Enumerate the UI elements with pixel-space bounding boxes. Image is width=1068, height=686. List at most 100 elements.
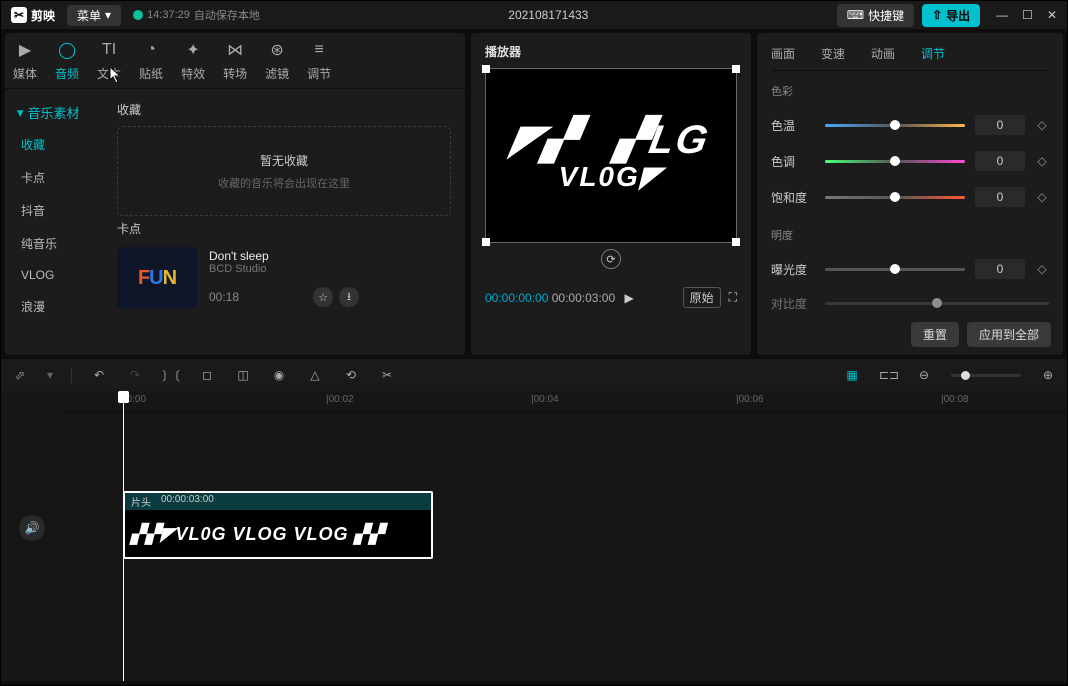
preview-panel: 播放器 ◤▞ ▞LG VL0G◤ ⟳ 00:00:00:00 00:00:03:…	[471, 33, 751, 355]
track-artist: BCD Studio	[209, 263, 451, 275]
row-contrast: 对比度	[771, 295, 1049, 312]
slider-exposure[interactable]	[825, 268, 965, 271]
playhead[interactable]	[123, 391, 124, 681]
media-icon: ▶	[14, 39, 36, 61]
group-brightness: 明度	[771, 227, 1049, 243]
redo-button[interactable]: ↷	[126, 368, 144, 382]
split-tool[interactable]: 〕〔	[162, 367, 180, 384]
sidebar-item-douyin[interactable]: 抖音	[5, 194, 103, 227]
apply-all-button[interactable]: 应用到全部	[967, 322, 1051, 347]
menu-button[interactable]: 菜单▾	[67, 5, 121, 26]
export-button[interactable]: ⇧导出	[922, 4, 980, 27]
empty-sub-text: 收藏的音乐将会出现在这里	[218, 175, 350, 191]
beat-section-title: 卡点	[117, 220, 451, 237]
slider-saturation[interactable]	[825, 196, 965, 199]
empty-favorites: 暂无收藏 收藏的音乐将会出现在这里	[117, 126, 451, 216]
sidebar-item-pure[interactable]: 纯音乐	[5, 227, 103, 260]
keyboard-icon: ⌨	[847, 8, 864, 22]
inspector-panel: 画面 变速 动画 调节 色彩 色温 0 ◇ 色调 0 ◇ 饱和度 0 ◇ 明度 …	[757, 33, 1063, 355]
slider-temperature[interactable]	[825, 124, 965, 127]
shortcut-button[interactable]: ⌨快捷键	[837, 4, 914, 27]
reset-button[interactable]: 重置	[911, 322, 959, 347]
insp-tab-picture[interactable]: 画面	[771, 45, 795, 62]
track-mute-button[interactable]: 🔊	[19, 515, 45, 541]
title-bar: ✂ 剪映 菜单▾ 14:37:29 自动保存本地 202108171433 ⌨快…	[1, 1, 1067, 29]
crop-tool[interactable]: ◻	[198, 368, 216, 382]
slider-tint[interactable]	[825, 160, 965, 163]
keyframe-tint[interactable]: ◇	[1035, 154, 1049, 168]
preview-canvas[interactable]: ◤▞ ▞LG VL0G◤	[485, 68, 737, 243]
sidebar-item-romance[interactable]: 浪漫	[5, 290, 103, 323]
keyframe-sat[interactable]: ◇	[1035, 190, 1049, 204]
ratio-button[interactable]: 原始	[683, 287, 721, 308]
magnet-button[interactable]: ▦	[843, 368, 861, 382]
sidebar-item-vlog[interactable]: VLOG	[5, 260, 103, 290]
insp-tab-adjust[interactable]: 调节	[921, 45, 945, 62]
tab-effect[interactable]: ✦特效	[181, 39, 205, 82]
tab-transition[interactable]: ⋈转场	[223, 39, 247, 82]
select-tool[interactable]: ⬀	[11, 368, 29, 382]
crop2-tool[interactable]: ✂	[378, 368, 396, 382]
resize-handle-br[interactable]	[732, 238, 740, 246]
maximize-button[interactable]: ☐	[1022, 8, 1033, 22]
mirror-tool[interactable]: △	[306, 368, 324, 382]
tab-filter[interactable]: ⊛滤镜	[265, 39, 289, 82]
time-ruler[interactable]: 00:00 |00:02 |00:04 |00:06 |00:08	[61, 391, 1067, 413]
fullscreen-button[interactable]: ⛶	[729, 290, 737, 305]
insp-tab-speed[interactable]: 变速	[821, 45, 845, 62]
row-temperature: 色温 0 ◇	[771, 115, 1049, 135]
value-exposure[interactable]: 0	[975, 259, 1025, 279]
tab-media[interactable]: ▶媒体	[13, 39, 37, 82]
insp-tab-anim[interactable]: 动画	[871, 45, 895, 62]
favorite-button[interactable]: ☆	[313, 287, 333, 307]
zoom-out-button[interactable]: ⊖	[915, 368, 933, 382]
value-tint[interactable]: 0	[975, 151, 1025, 171]
play-button[interactable]: ▶	[625, 291, 634, 305]
timeline[interactable]: 00:00 |00:02 |00:04 |00:06 |00:08 🔊 片头 0…	[1, 391, 1067, 681]
minimize-button[interactable]: —	[996, 8, 1008, 22]
refresh-button[interactable]: ⟳	[601, 249, 621, 269]
sidebar-item-fav[interactable]: 收藏	[5, 128, 103, 161]
slider-contrast[interactable]	[825, 302, 1049, 305]
close-button[interactable]: ✕	[1047, 8, 1057, 22]
empty-main-text: 暂无收藏	[260, 152, 308, 169]
preview-title: 播放器	[485, 43, 737, 60]
clip-tag: 片头	[131, 494, 151, 509]
text-icon: TI	[98, 39, 120, 61]
resize-handle-bl[interactable]	[482, 238, 490, 246]
tab-sticker[interactable]: ◔贴纸	[139, 39, 163, 82]
chevron-down-icon: ▾	[17, 105, 24, 121]
zoom-in-button[interactable]: ⊕	[1039, 368, 1057, 382]
autosave-status: 14:37:29 自动保存本地	[133, 7, 260, 23]
resize-handle-tr[interactable]	[732, 65, 740, 73]
resize-handle-tl[interactable]	[482, 65, 490, 73]
undo-button[interactable]: ↶	[90, 368, 108, 382]
keyframe-exp[interactable]: ◇	[1035, 262, 1049, 276]
speed-tool[interactable]: ◉	[270, 368, 288, 382]
video-clip[interactable]: 片头 00:00:03:00 ▞▞◤VL0G VLOG VLOG ▞▞	[123, 491, 433, 559]
sidebar-item-beat[interactable]: 卡点	[5, 161, 103, 194]
tab-audio[interactable]: ◯音频	[55, 39, 79, 82]
link-button[interactable]: ⊏⊐	[879, 368, 897, 382]
row-saturation: 饱和度 0 ◇	[771, 187, 1049, 207]
download-button[interactable]: ⭳	[339, 287, 359, 307]
freeze-tool[interactable]: ◫	[234, 368, 252, 382]
logo-icon: ✂	[11, 7, 27, 23]
transition-icon: ⋈	[224, 39, 246, 61]
library-tabs: ▶媒体 ◯音频 TI文本 ◔贴纸 ✦特效 ⋈转场 ⊛滤镜 ≡调节	[5, 33, 465, 89]
keyframe-temp[interactable]: ◇	[1035, 118, 1049, 132]
sidebar-head[interactable]: ▾音乐素材	[5, 97, 103, 128]
value-saturation[interactable]: 0	[975, 187, 1025, 207]
sticker-icon: ◔	[140, 39, 162, 61]
rotate-tool[interactable]: ⟲	[342, 368, 360, 382]
fav-section-title: 收藏	[117, 101, 451, 118]
track-duration: 00:18	[209, 290, 239, 304]
app-logo: ✂ 剪映	[11, 7, 55, 24]
value-temperature[interactable]: 0	[975, 115, 1025, 135]
clip-duration: 00:00:03:00	[161, 494, 214, 509]
zoom-slider[interactable]	[951, 374, 1021, 377]
audio-card[interactable]: FUN Don't sleep BCD Studio 00:18 ☆ ⭳	[117, 247, 451, 309]
tab-adjust[interactable]: ≡调节	[307, 39, 331, 82]
tab-text[interactable]: TI文本	[97, 39, 121, 82]
audio-icon: ◯	[56, 39, 78, 61]
